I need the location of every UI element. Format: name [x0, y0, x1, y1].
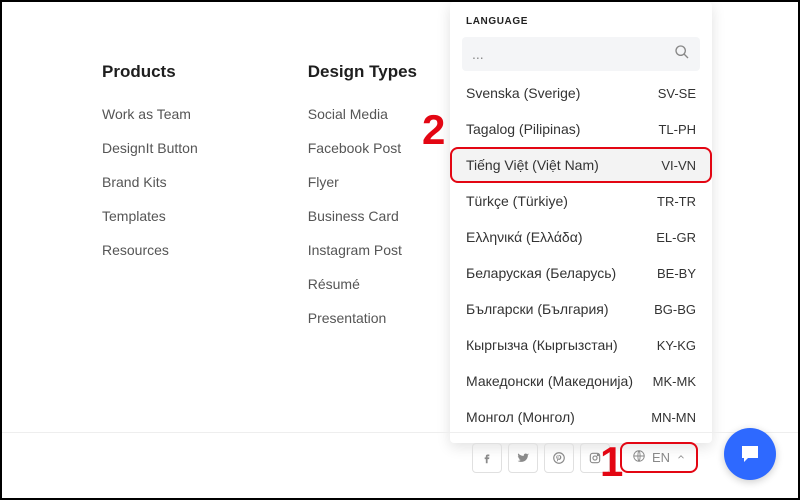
- language-code: BE-BY: [657, 266, 696, 281]
- footer-link[interactable]: Brand Kits: [102, 174, 198, 190]
- language-list: Svenska (Sverige) SV-SE Tagalog (Pilipinas…: [450, 75, 712, 435]
- footer-link[interactable]: Work as Team: [102, 106, 198, 122]
- language-name: Ελληνικά (Ελλάδα): [466, 229, 582, 245]
- language-name: Български (България): [466, 301, 609, 317]
- col-heading: Design Types: [308, 62, 417, 82]
- language-name: Türkçe (Türkiye): [466, 193, 568, 209]
- language-code: EL-GR: [656, 230, 696, 245]
- language-option[interactable]: Кыргызча (Кыргызстан) KY-KG: [450, 327, 712, 363]
- language-option[interactable]: Tagalog (Pilipinas) TL-PH: [450, 111, 712, 147]
- language-name: Svenska (Sverige): [466, 85, 580, 101]
- search-icon: [674, 44, 690, 65]
- footer-link[interactable]: DesignIt Button: [102, 140, 198, 156]
- language-name: Кыргызча (Кыргызстан): [466, 337, 618, 353]
- language-option[interactable]: Türkçe (Türkiye) TR-TR: [450, 183, 712, 219]
- footer-link[interactable]: Social Media: [308, 106, 417, 122]
- language-code: MN-MN: [651, 410, 696, 425]
- facebook-icon[interactable]: [472, 443, 502, 473]
- footer-link[interactable]: Instagram Post: [308, 242, 417, 258]
- language-code: MK-MK: [653, 374, 696, 389]
- footer-link[interactable]: Resources: [102, 242, 198, 258]
- chat-icon: [738, 442, 762, 466]
- language-option[interactable]: Български (България) BG-BG: [450, 291, 712, 327]
- language-option[interactable]: Ελληνικά (Ελλάδα) EL-GR: [450, 219, 712, 255]
- language-header: LANGUAGE: [450, 16, 712, 37]
- language-code: SV-SE: [658, 86, 696, 101]
- globe-icon: [632, 449, 646, 466]
- language-code: KY-KG: [657, 338, 696, 353]
- language-name: Tagalog (Pilipinas): [466, 121, 580, 137]
- footer-link[interactable]: Business Card: [308, 208, 417, 224]
- chevron-up-icon: [676, 450, 686, 465]
- chat-button[interactable]: [724, 428, 776, 480]
- search-placeholder: ...: [472, 46, 674, 62]
- footer-link[interactable]: Résumé: [308, 276, 417, 292]
- language-code: VI-VN: [661, 158, 696, 173]
- col-heading: Products: [102, 62, 198, 82]
- pinterest-icon[interactable]: [544, 443, 574, 473]
- footer-link[interactable]: Templates: [102, 208, 198, 224]
- language-option[interactable]: Македонски (Македонија) MK-MK: [450, 363, 712, 399]
- language-name: Монгол (Монгол): [466, 409, 575, 425]
- language-search-input[interactable]: ...: [462, 37, 700, 71]
- language-toggle-button[interactable]: EN: [620, 442, 698, 473]
- footer-bottom-row: EN: [2, 442, 798, 473]
- language-name: Македонски (Македонија): [466, 373, 633, 389]
- footer-link[interactable]: Facebook Post: [308, 140, 417, 156]
- language-option[interactable]: Svenska (Sverige) SV-SE: [450, 75, 712, 111]
- footer-col-design-types: Design Types Social Media Facebook Post …: [308, 62, 417, 344]
- language-code: BG-BG: [654, 302, 696, 317]
- language-dropdown: LANGUAGE ... Svenska (Sverige) SV-SE Tagal…: [450, 2, 712, 443]
- footer-link[interactable]: Presentation: [308, 310, 417, 326]
- language-option[interactable]: Беларуская (Беларусь) BE-BY: [450, 255, 712, 291]
- language-option[interactable]: Монгол (Монгол) MN-MN: [450, 399, 712, 435]
- language-code: TL-PH: [658, 122, 696, 137]
- footer-link[interactable]: Flyer: [308, 174, 417, 190]
- twitter-icon[interactable]: [508, 443, 538, 473]
- footer-col-products: Products Work as Team DesignIt Button Br…: [102, 62, 198, 344]
- language-code: TR-TR: [657, 194, 696, 209]
- instagram-icon[interactable]: [580, 443, 610, 473]
- language-name: Беларуская (Беларусь): [466, 265, 616, 281]
- footer-divider: [2, 432, 798, 433]
- language-option[interactable]: Tiếng Việt (Việt Nam) VI-VN: [450, 147, 712, 183]
- language-name: Tiếng Việt (Việt Nam): [466, 157, 599, 173]
- language-toggle-label: EN: [652, 450, 670, 465]
